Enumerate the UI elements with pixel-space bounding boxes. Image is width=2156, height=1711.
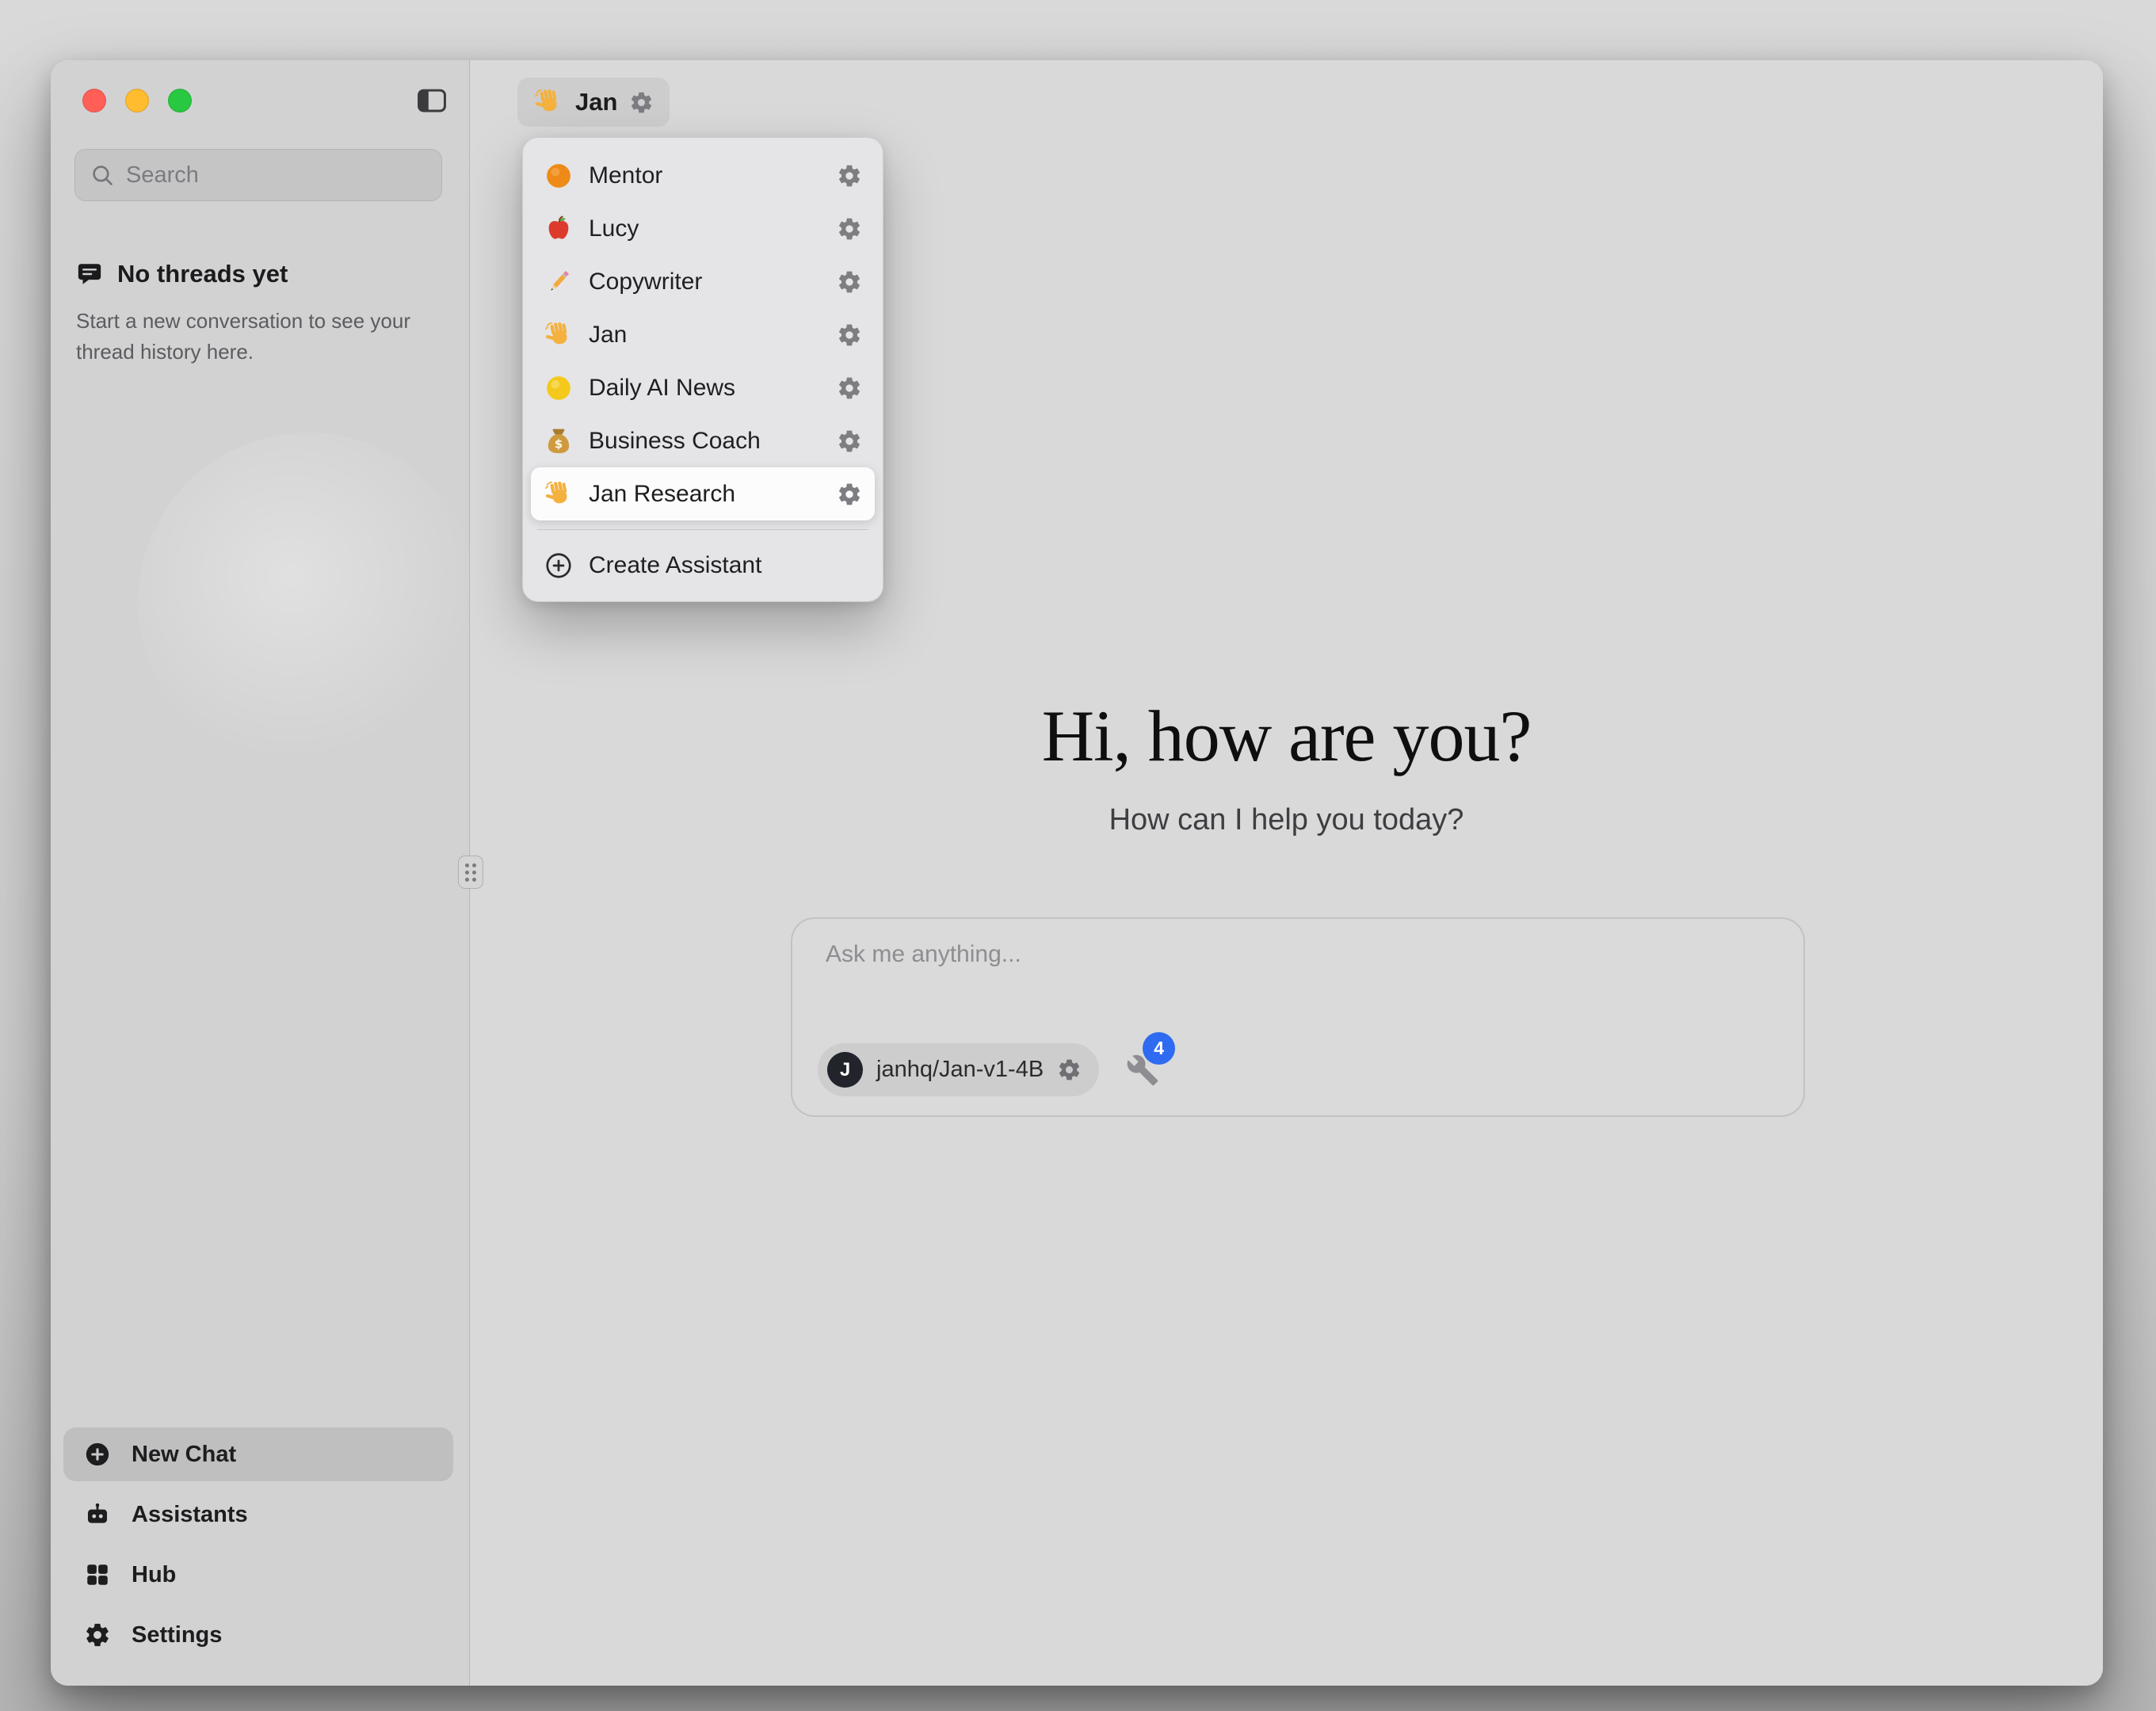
zoom-window-button[interactable] — [168, 89, 192, 112]
current-assistant-name: Jan — [575, 88, 617, 116]
apple-icon — [544, 214, 574, 244]
money-bag-icon — [544, 426, 574, 456]
sidebar-item-settings[interactable]: Settings — [63, 1608, 453, 1662]
tools-button[interactable]: 4 — [1126, 1051, 1164, 1089]
search-field[interactable] — [74, 149, 442, 201]
gear-icon[interactable] — [837, 163, 862, 189]
orange-circle-icon — [544, 161, 574, 191]
sidebar-highlight-blob — [138, 433, 479, 773]
tools-count-badge: 4 — [1143, 1032, 1175, 1065]
wave-hand-icon — [544, 479, 574, 509]
sidebar-item-hub[interactable]: Hub — [63, 1548, 453, 1602]
yellow-circle-icon — [544, 373, 574, 403]
empty-threads-state: No threads yet Start a new conversation … — [76, 260, 441, 368]
assistant-item-label: Daily AI News — [589, 375, 735, 402]
assistant-item-lucy[interactable]: Lucy — [531, 202, 875, 255]
sidebar-item-assistants[interactable]: Assistants — [63, 1488, 453, 1541]
plus-circle-icon — [84, 1441, 111, 1468]
model-avatar: J — [827, 1052, 863, 1088]
search-input[interactable] — [126, 162, 427, 189]
sidebar-item-new-chat[interactable]: New Chat — [63, 1427, 453, 1481]
nav-item-label: Settings — [132, 1622, 222, 1648]
assistant-item-mentor[interactable]: Mentor — [531, 149, 875, 202]
window-controls — [82, 89, 192, 112]
create-assistant-label: Create Assistant — [589, 552, 761, 579]
wave-hand-icon — [544, 320, 574, 350]
sidebar-toggle-icon — [415, 84, 448, 117]
close-window-button[interactable] — [82, 89, 106, 112]
assistant-item-daily-ai-news[interactable]: Daily AI News — [531, 361, 875, 414]
nav-item-label: Hub — [132, 1562, 176, 1588]
gear-icon[interactable] — [837, 375, 862, 401]
nav-item-label: New Chat — [132, 1442, 236, 1468]
model-name: janhq/Jan-v1-4B — [876, 1057, 1044, 1083]
gear-icon[interactable] — [837, 269, 862, 295]
greeting-title: Hi, how are you? — [470, 694, 2103, 778]
assistant-item-copywriter[interactable]: Copywriter — [531, 255, 875, 308]
toggle-sidebar-button[interactable] — [412, 81, 452, 120]
model-selector-button[interactable]: J janhq/Jan-v1-4B — [818, 1043, 1099, 1096]
assistant-item-label: Jan — [589, 322, 627, 349]
gear-icon[interactable] — [629, 90, 654, 115]
chat-input[interactable] — [826, 941, 1770, 998]
gear-icon[interactable] — [837, 216, 862, 242]
assistant-selector-button[interactable]: Jan — [517, 78, 670, 127]
assistant-item-label: Business Coach — [589, 428, 761, 455]
assistant-item-jan[interactable]: Jan — [531, 308, 875, 361]
assistant-dropdown-menu: Mentor Lucy Copywriter Jan Daily AI News… — [522, 137, 883, 602]
message-bubble-icon — [76, 261, 103, 288]
composer-toolbar: J janhq/Jan-v1-4B 4 — [818, 1043, 1164, 1096]
create-assistant-button[interactable]: Create Assistant — [531, 539, 875, 592]
gear-icon — [84, 1621, 111, 1648]
nav-item-label: Assistants — [132, 1502, 248, 1528]
empty-state-description: Start a new conversation to see your thr… — [76, 306, 431, 368]
assistant-item-jan-research[interactable]: Jan Research — [531, 467, 875, 520]
sidebar: No threads yet Start a new conversation … — [51, 60, 470, 1686]
gear-icon[interactable] — [837, 322, 862, 348]
gear-icon[interactable] — [1057, 1057, 1082, 1082]
chat-composer[interactable]: J janhq/Jan-v1-4B 4 — [791, 917, 1805, 1117]
assistant-item-label: Mentor — [589, 162, 662, 189]
grid-icon — [84, 1561, 111, 1588]
plus-circle-outline-icon — [544, 551, 574, 581]
assistant-item-label: Jan Research — [589, 481, 735, 508]
pencil-icon — [544, 267, 574, 297]
empty-state-title: No threads yet — [117, 260, 288, 288]
minimize-window-button[interactable] — [125, 89, 149, 112]
search-icon — [90, 162, 115, 188]
gear-icon[interactable] — [837, 482, 862, 507]
app-window: No threads yet Start a new conversation … — [51, 60, 2103, 1686]
assistant-item-business-coach[interactable]: Business Coach — [531, 414, 875, 467]
sidebar-bottom-nav: New Chat Assistants Hub Settings — [63, 1427, 453, 1662]
menu-divider — [537, 529, 868, 530]
robot-icon — [84, 1501, 111, 1528]
assistant-item-label: Lucy — [589, 215, 639, 242]
gear-icon[interactable] — [837, 429, 862, 454]
sidebar-resize-handle[interactable] — [458, 856, 483, 889]
greeting-subtitle: How can I help you today? — [470, 803, 2103, 837]
assistant-item-label: Copywriter — [589, 269, 702, 295]
wave-hand-icon — [533, 87, 563, 117]
